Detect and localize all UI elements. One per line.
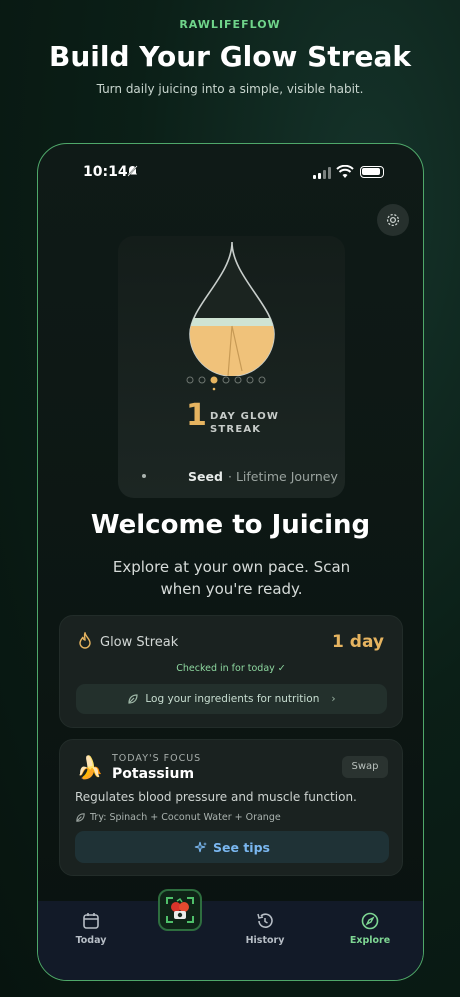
compass-icon	[361, 912, 379, 930]
welcome-body: Explore at your own pace. Scan when you'…	[112, 558, 351, 598]
status-bar: 10:14	[38, 164, 423, 184]
page-subtitle: Turn daily juicing into a simple, visibl…	[96, 82, 364, 96]
streak-card: 1 DAY GLOW STREAK Seed · Lifetime Journe…	[118, 236, 345, 498]
swap-button[interactable]: Swap	[342, 756, 388, 778]
settings-button[interactable]	[377, 204, 409, 236]
camera-scan-icon	[166, 897, 194, 923]
focus-description: Regulates blood pressure and muscle func…	[75, 790, 357, 804]
tab-today[interactable]: Today	[56, 911, 126, 946]
glow-streak-value: 1 day	[332, 632, 384, 652]
week-progress-dots	[186, 376, 266, 391]
history-icon	[257, 913, 273, 928]
sparkle-icon	[194, 841, 208, 852]
page-indicator	[142, 474, 146, 478]
streak-journey: · Lifetime Journey	[228, 469, 338, 484]
scan-button[interactable]	[158, 889, 202, 931]
log-ingredients-label: Log your ingredients for nutrition	[145, 693, 320, 705]
tab-bar: Today History Explore	[38, 901, 423, 980]
streak-label: DAY GLOW STREAK	[210, 411, 280, 435]
tab-history[interactable]: History	[230, 911, 300, 946]
battery-icon	[360, 166, 384, 178]
streak-level: Seed	[188, 469, 223, 484]
streak-count: 1	[186, 398, 207, 433]
signal-icon	[313, 167, 335, 179]
log-ingredients-button[interactable]: Log your ingredients for nutrition ›	[76, 684, 387, 714]
see-tips-button[interactable]: See tips	[75, 831, 389, 863]
focus-try-text: Try: Spinach + Coconut Water + Orange	[90, 812, 281, 823]
flame-icon	[78, 630, 92, 653]
banana-icon: 🍌	[76, 756, 104, 781]
glow-streak-card: Glow Streak 1 day Checked in for today ✓…	[59, 615, 403, 728]
focus-eyebrow: TODAY'S FOCUS	[112, 753, 202, 764]
tab-explore[interactable]: Explore	[335, 911, 405, 946]
leaf-icon	[128, 694, 138, 704]
gear-icon	[386, 213, 400, 227]
see-tips-label: See tips	[213, 839, 270, 855]
tab-explore-label: Explore	[349, 935, 391, 946]
page-title: Build Your Glow Streak	[49, 40, 411, 73]
tab-history-label: History	[245, 935, 285, 946]
status-time: 10:14	[83, 164, 128, 180]
focus-try: Try: Spinach + Coconut Water + Orange	[75, 812, 281, 823]
juice-drop-graphic	[189, 241, 275, 376]
tab-today-label: Today	[75, 935, 107, 946]
calendar-icon	[83, 913, 99, 929]
chevron-right-icon: ›	[331, 693, 336, 705]
glow-streak-label: Glow Streak	[100, 635, 179, 650]
wifi-icon	[336, 164, 354, 178]
focus-card: 🍌 TODAY'S FOCUS Potassium Swap Regulates…	[59, 739, 403, 876]
welcome-title: Welcome to Juicing	[90, 510, 371, 540]
bell-muted-icon	[127, 165, 138, 180]
leaf-icon	[76, 813, 85, 822]
focus-title: Potassium	[112, 766, 195, 782]
checkin-status: Checked in for today ✓	[176, 663, 286, 674]
phone-frame: 10:14 1 DAY GLOW STREAK Seed · Lifetime …	[37, 143, 424, 981]
brand-label: RAWLIFEFLOW	[179, 18, 281, 31]
